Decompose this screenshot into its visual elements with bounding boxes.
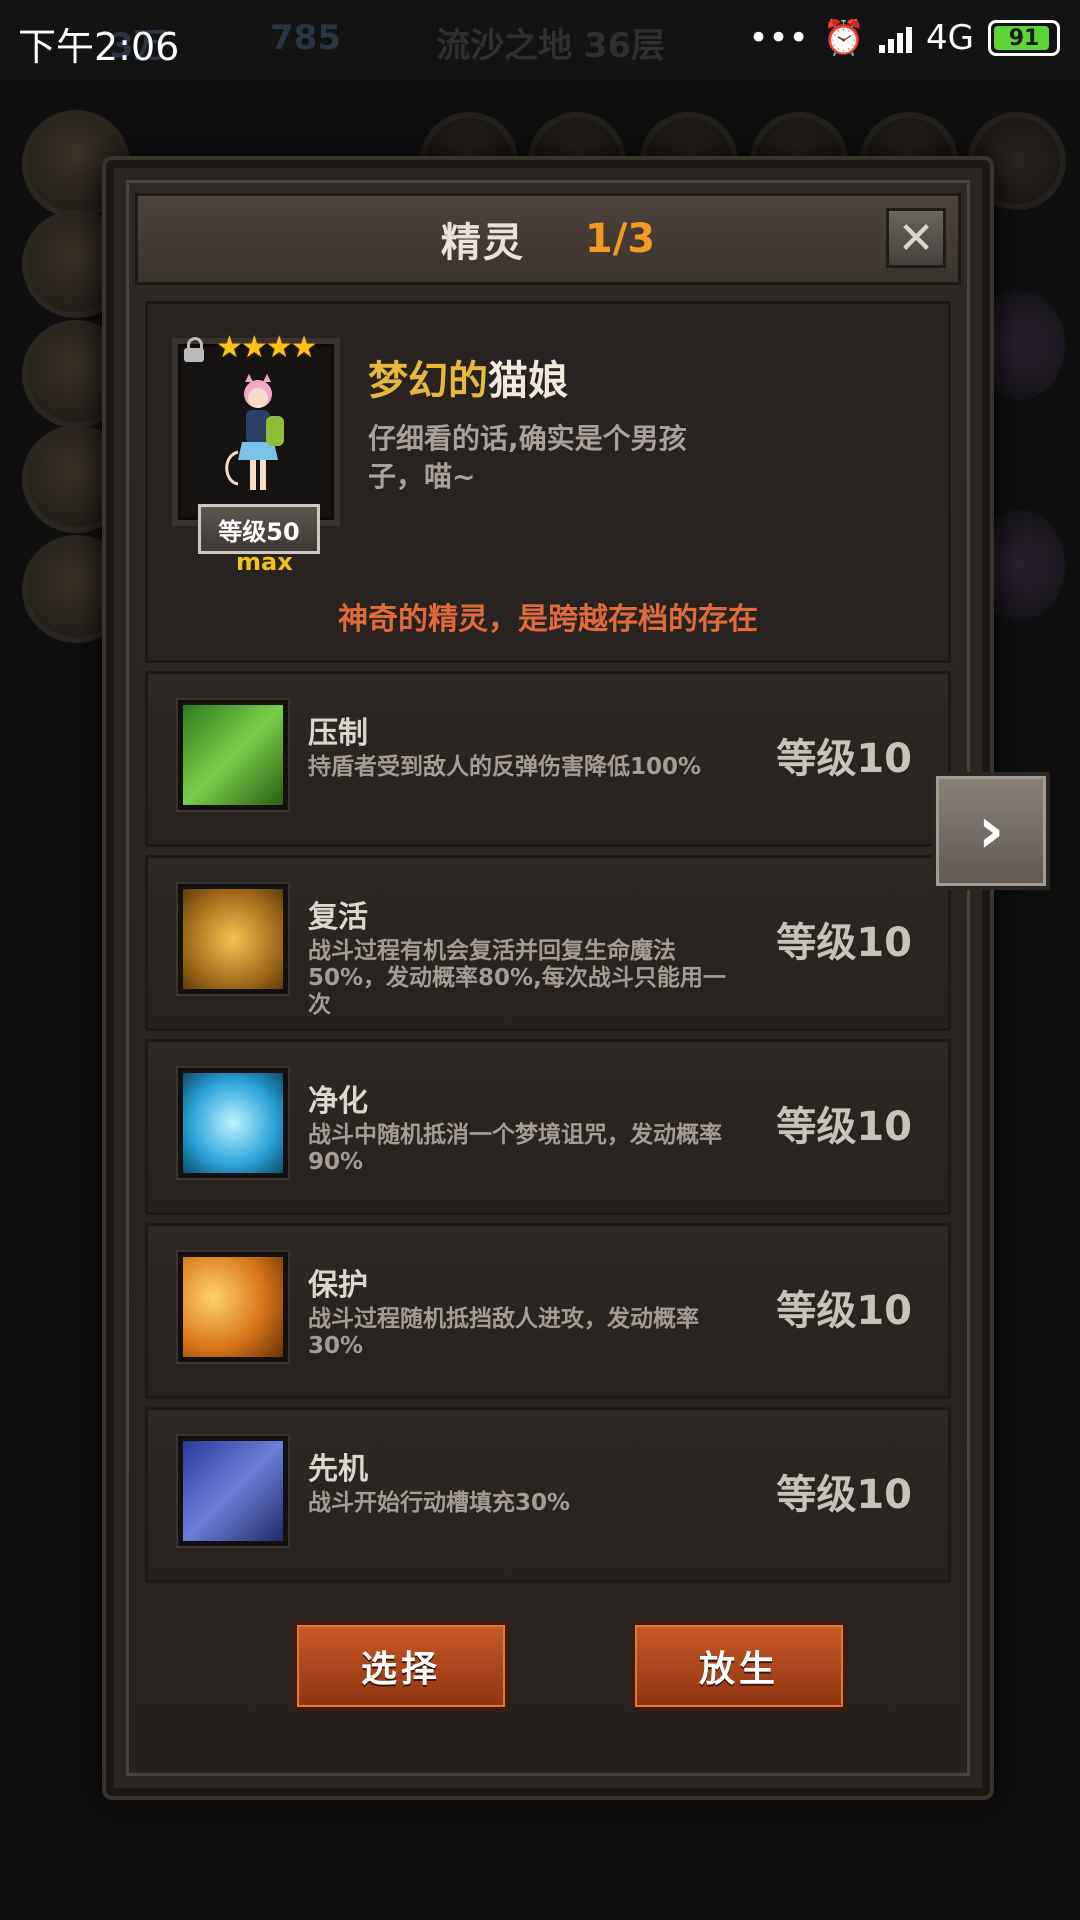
signal-icon (879, 23, 913, 53)
skill-level: 等级10 (776, 736, 912, 782)
dialog-title: 精灵 (440, 220, 525, 266)
skill-level: 等级10 (776, 1288, 912, 1334)
chevron-right-icon: › (977, 794, 1005, 868)
page-counter: 1/3 (584, 216, 656, 262)
battery-icon: 91 (988, 20, 1060, 56)
star-rating: ★★★★ (216, 330, 318, 365)
battery-level: 91 (1008, 25, 1040, 51)
spirit-description: 仔细看的话,确实是个男孩子，喵~ (368, 422, 687, 493)
skill-description: 战斗中随机抵消一个梦境诅咒，发动概率90% (308, 1122, 722, 1175)
spirit-dialog: 精灵 1/3 ✕ ★★★★ 等级50 max 梦幻的猫娘 仔细看的话,确实是个男… (106, 160, 990, 1796)
skill-description: 战斗开始行动槽填充30% (308, 1490, 571, 1516)
status-time: 下午2:06 (18, 25, 180, 69)
fairy-icon (178, 1252, 288, 1362)
skill-description: 战斗过程有机会复活并回复生命魔法50%，发动概率80%,每次战斗只能用一次 (308, 938, 726, 1018)
revive-icon (178, 884, 288, 994)
close-button[interactable]: ✕ (886, 208, 946, 268)
skill-name: 压制 (308, 716, 368, 751)
alarm-icon: ⏰ (822, 18, 866, 58)
skill-row[interactable]: 压制 持盾者受到敌人的反弹伤害降低100% 等级10 (145, 671, 951, 847)
skill-row[interactable]: 保护 战斗过程随机抵挡敌人进攻，发动概率30% 等级10 (145, 1223, 951, 1399)
dialog-frame: 精灵 1/3 ✕ ★★★★ 等级50 max 梦幻的猫娘 仔细看的话,确实是个男… (126, 180, 970, 1776)
skill-row[interactable]: 净化 战斗中随机抵消一个梦境诅咒，发动概率90% 等级10 (145, 1039, 951, 1215)
spirit-name: 梦幻的猫娘 (368, 348, 568, 406)
catgirl-sprite (225, 374, 284, 490)
flower-icon (178, 1068, 288, 1178)
spirit-name-prefix: 梦幻的 (368, 358, 488, 404)
skill-level: 等级10 (776, 1104, 912, 1150)
release-button[interactable]: 放生 (631, 1621, 847, 1711)
lock-icon[interactable] (184, 337, 204, 362)
skill-description: 持盾者受到敌人的反弹伤害降低100% (308, 754, 702, 780)
skill-list: 压制 持盾者受到敌人的反弹伤害降低100% 等级10 复活 战斗过程有机会复活并… (145, 671, 951, 1591)
spirit-name-main: 猫娘 (488, 358, 568, 404)
skill-level: 等级10 (776, 1472, 912, 1518)
spirit-level-badge: 等级50 (198, 504, 320, 554)
network-label: 4G (926, 18, 974, 58)
more-dots-icon: ••• (748, 18, 809, 58)
dialog-title-bar: 精灵 1/3 ✕ (135, 193, 961, 285)
skill-level: 等级10 (776, 920, 912, 966)
paw-icon (178, 700, 288, 810)
skill-row[interactable]: 复活 战斗过程有机会复活并回复生命魔法50%，发动概率80%,每次战斗只能用一次… (145, 855, 951, 1031)
max-label: max (236, 548, 293, 576)
skill-name: 保护 (308, 1268, 368, 1303)
select-button[interactable]: 选择 (293, 1621, 509, 1711)
skill-name: 复活 (308, 900, 368, 935)
skill-row[interactable]: 先机 战斗开始行动槽填充30% 等级10 (145, 1407, 951, 1583)
skill-description: 战斗过程随机抵挡敌人进攻，发动概率30% (308, 1306, 699, 1359)
status-bar: 下午2:06 ••• ⏰ 4G 91 (0, 0, 1080, 78)
spirit-portrait[interactable]: ★★★★ (172, 330, 340, 526)
spirit-note: 神奇的精灵，是跨越存档的存在 (338, 602, 758, 637)
close-icon: ✕ (897, 212, 935, 264)
skill-name: 净化 (308, 1084, 368, 1119)
skill-name: 先机 (308, 1452, 368, 1487)
spirit-info-panel: ★★★★ 等级50 max 梦幻的猫娘 仔细看的话,确实是个男孩子，喵~ 神奇的… (145, 301, 951, 663)
next-page-button[interactable]: › (932, 772, 1050, 890)
leopard-icon (178, 1436, 288, 1546)
